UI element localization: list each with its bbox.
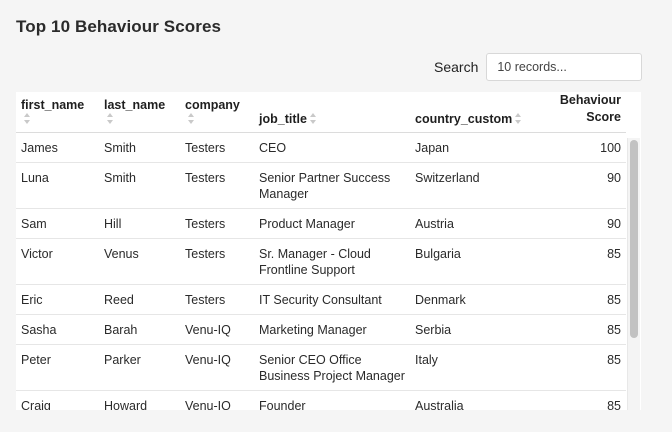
table-cell-country-custom: Serbia: [410, 314, 537, 345]
table-row[interactable]: Sam Hill Testers Product Manager Austria 90: [16, 208, 626, 239]
table-cell-job-title: Product Manager: [254, 208, 410, 239]
scrollbar-thumb[interactable]: [630, 140, 638, 338]
table-cell-last-name: Barah: [99, 314, 180, 345]
table-cell-job-title: Senior Partner Success Manager: [254, 162, 410, 209]
table-cell-last-name: Hill: [99, 208, 180, 239]
search-input[interactable]: [486, 53, 643, 81]
table-body: James Smith Testers CEO Japan 100 Luna Smith Tes…: [16, 132, 626, 410]
table-cell-behaviour-score: 90: [537, 208, 626, 239]
vertical-scrollbar[interactable]: [627, 138, 640, 410]
sort-icon[interactable]: [107, 113, 114, 125]
table-cell-first-name: Peter: [16, 344, 99, 391]
table-cell-first-name: James: [16, 132, 99, 163]
table-cell-last-name: Venus: [99, 238, 180, 285]
table-cell-first-name: Luna: [16, 162, 99, 209]
search-bar: Search: [434, 53, 643, 81]
sort-icon[interactable]: [309, 113, 317, 125]
table-cell-first-name: Sam: [16, 208, 99, 239]
table-cell-country-custom: Japan: [410, 132, 537, 163]
table-cell-first-name: Craig: [16, 390, 99, 410]
table-cell-country-custom: Austria: [410, 208, 537, 239]
table-cell-last-name: Howard: [99, 390, 180, 410]
table-cell-behaviour-score: 85: [537, 284, 626, 315]
table-cell-company: Testers: [180, 238, 254, 285]
table-cell-company: Testers: [180, 132, 254, 163]
table-cell-behaviour-score: 85: [537, 344, 626, 391]
table-cell-country-custom: Switzerland: [410, 162, 537, 209]
table-cell-country-custom: Italy: [410, 344, 537, 391]
table-cell-country-custom: Australia: [410, 390, 537, 410]
table-cell-job-title: CEO: [254, 132, 410, 163]
table-cell-last-name: Smith: [99, 132, 180, 163]
table-cell-company: Venu-IQ: [180, 344, 254, 391]
table-cell-first-name: Eric: [16, 284, 99, 315]
data-table: first_name last_name company job_title c…: [16, 92, 626, 410]
table-cell-country-custom: Denmark: [410, 284, 537, 315]
column-header-company[interactable]: company: [180, 92, 254, 133]
table-cell-behaviour-score: 85: [537, 238, 626, 285]
table-cell-job-title: Marketing Manager: [254, 314, 410, 345]
table-row[interactable]: Eric Reed Testers IT Security Consultant Den…: [16, 284, 626, 315]
table-cell-company: Testers: [180, 284, 254, 315]
table-row[interactable]: Luna Smith Testers Senior Partner Success M…: [16, 162, 626, 209]
sort-icon[interactable]: [24, 113, 31, 125]
column-header-first-name[interactable]: first_name: [16, 92, 99, 133]
table-cell-last-name: Parker: [99, 344, 180, 391]
table-cell-first-name: Sasha: [16, 314, 99, 345]
table-cell-behaviour-score: 90: [537, 162, 626, 209]
table-cell-company: Testers: [180, 208, 254, 239]
table-cell-behaviour-score: 85: [537, 314, 626, 345]
data-table-container: first_name last_name company job_title c…: [16, 92, 641, 410]
column-header-job-title[interactable]: job_title: [254, 92, 410, 133]
table-cell-country-custom: Bulgaria: [410, 238, 537, 285]
table-cell-last-name: Smith: [99, 162, 180, 209]
column-header-country-custom[interactable]: country_custom: [410, 92, 537, 133]
table-row[interactable]: Sasha Barah Venu-IQ Marketing Manager Serbia…: [16, 314, 626, 345]
table-cell-last-name: Reed: [99, 284, 180, 315]
table-cell-company: Testers: [180, 162, 254, 209]
table-header-row: first_name last_name company job_title c…: [16, 92, 626, 133]
page-title: Top 10 Behaviour Scores: [16, 17, 222, 36]
table-cell-first-name: Victor: [16, 238, 99, 285]
table-cell-company: Venu-IQ: [180, 314, 254, 345]
sort-icon[interactable]: [188, 113, 195, 125]
table-cell-job-title: IT Security Consultant: [254, 284, 410, 315]
table-row[interactable]: James Smith Testers CEO Japan 100: [16, 132, 626, 163]
column-header-last-name[interactable]: last_name: [99, 92, 180, 133]
table-cell-company: Venu-IQ: [180, 390, 254, 410]
table-cell-behaviour-score: 85: [537, 390, 626, 410]
table-row[interactable]: Peter Parker Venu-IQ Senior CEO Office Busi…: [16, 344, 626, 391]
table-row[interactable]: Craig Howard Venu-IQ Founder Australia 85: [16, 390, 626, 410]
table-cell-job-title: Founder: [254, 390, 410, 410]
table-cell-behaviour-score: 100: [537, 132, 626, 163]
table-row[interactable]: Victor Venus Testers Sr. Manager - Cloud Fr…: [16, 238, 626, 285]
table-cell-job-title: Sr. Manager - Cloud Frontline Support: [254, 238, 410, 285]
table-cell-job-title: Senior CEO Office Business Project Manag…: [254, 344, 410, 391]
search-label: Search: [434, 59, 479, 75]
column-header-behaviour-score[interactable]: Behaviour Score: [537, 92, 626, 133]
sort-icon[interactable]: [515, 113, 522, 125]
